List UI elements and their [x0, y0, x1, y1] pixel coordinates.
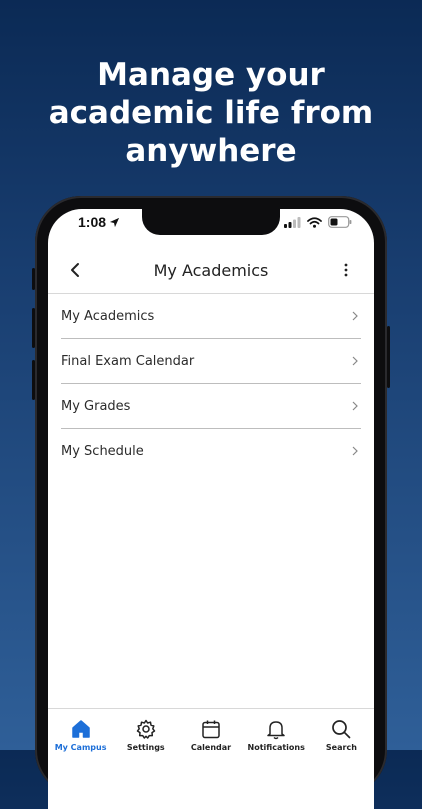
tab-label: Notifications	[247, 743, 305, 752]
headline-line-3: anywhere	[125, 133, 297, 169]
menu-item-label: My Grades	[61, 398, 131, 414]
gear-icon	[136, 719, 156, 739]
bottom-tab-bar: My Campus Settings Calendar Notification…	[48, 708, 374, 769]
tab-label: Calendar	[190, 743, 232, 752]
headline-line-2: academic life from	[48, 95, 374, 131]
battery-icon	[328, 216, 352, 228]
more-vertical-icon[interactable]	[340, 262, 352, 278]
menu-item-my-schedule[interactable]: My Schedule	[61, 429, 361, 473]
chevron-right-icon	[352, 401, 358, 411]
menu-item-final-exam-calendar[interactable]: Final Exam Calendar	[61, 339, 361, 384]
page-title: My Academics	[153, 261, 269, 280]
home-icon	[71, 720, 90, 738]
phone-frame: 1:08 My Academics My Academics Final Exa…	[32, 196, 390, 809]
menu-item-label: My Academics	[61, 308, 155, 324]
tab-settings[interactable]: Settings	[113, 709, 178, 769]
status-time-text: 1:08	[78, 214, 107, 230]
tab-label: My Campus	[54, 743, 107, 752]
status-bar-indicators	[284, 216, 352, 228]
headline-line-1: Manage your	[97, 57, 325, 93]
tab-search[interactable]: Search	[309, 709, 374, 769]
phone-side-button-left-1	[32, 268, 35, 290]
phone-side-button-left-2	[32, 308, 35, 348]
tab-calendar[interactable]: Calendar	[178, 709, 243, 769]
status-bar-time: 1:08	[78, 214, 120, 230]
chevron-right-icon	[352, 446, 358, 456]
menu-item-label: My Schedule	[61, 443, 144, 459]
phone-side-button-left-3	[32, 360, 35, 400]
tab-label: Settings	[126, 743, 165, 752]
search-icon	[332, 720, 351, 739]
chevron-right-icon	[352, 356, 358, 366]
chevron-right-icon	[352, 311, 358, 321]
menu-item-my-academics[interactable]: My Academics	[61, 294, 361, 339]
tab-my-campus[interactable]: My Campus	[48, 709, 113, 769]
wifi-icon	[307, 216, 322, 228]
top-navigation-bar: My Academics	[48, 247, 374, 294]
promo-headline: Manage your academic life from anywhere	[0, 56, 422, 170]
bell-icon	[267, 721, 285, 740]
menu-item-my-grades[interactable]: My Grades	[61, 384, 361, 429]
signal-icon	[284, 216, 301, 228]
menu-item-label: Final Exam Calendar	[61, 353, 195, 369]
calendar-icon	[202, 720, 220, 739]
location-arrow-icon	[109, 217, 120, 228]
phone-screen: 1:08 My Academics My Academics Final Exa…	[48, 209, 374, 809]
phone-side-button-right	[387, 326, 390, 388]
academics-menu-list: My Academics Final Exam Calendar My Grad…	[61, 294, 361, 473]
tab-notifications[interactable]: Notifications	[244, 709, 309, 769]
phone-notch	[142, 209, 280, 235]
tab-label: Search	[325, 743, 357, 752]
